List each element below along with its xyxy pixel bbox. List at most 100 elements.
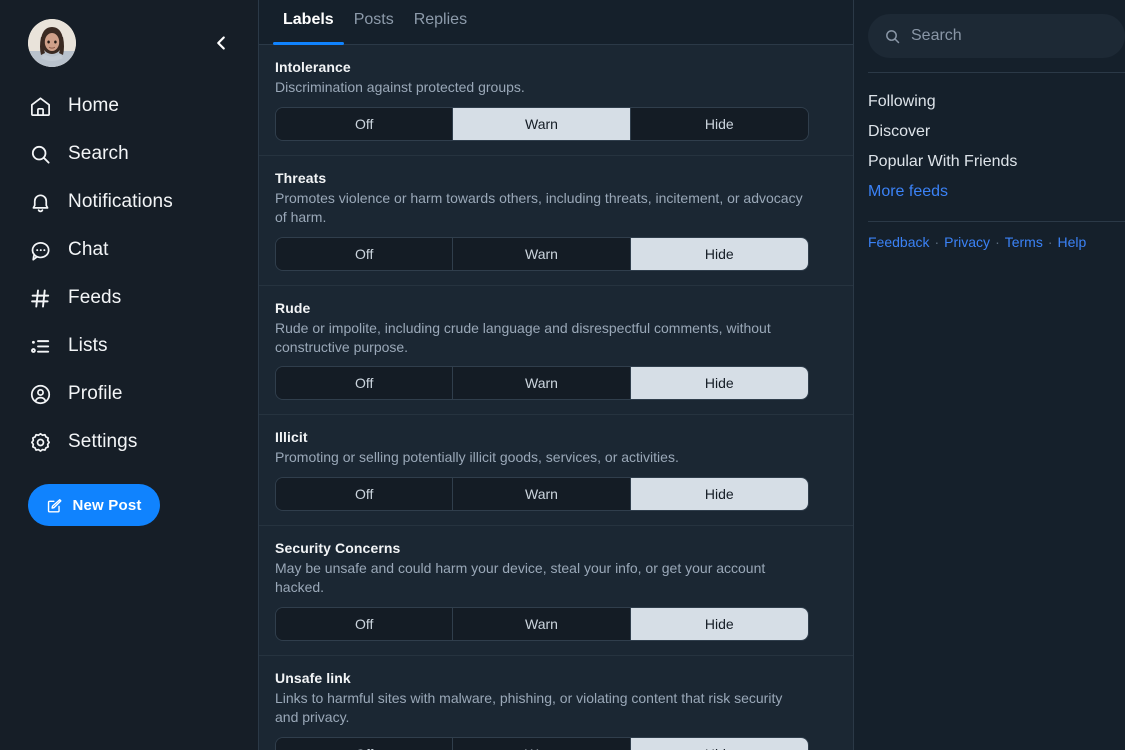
left-navigation: Home Search Notifications Chat Feeds Lis… bbox=[0, 0, 258, 750]
tab-posts[interactable]: Posts bbox=[344, 0, 404, 45]
tab-bar: Labels Posts Replies bbox=[259, 0, 853, 45]
list-icon bbox=[28, 334, 52, 358]
segment-warn[interactable]: Warn bbox=[453, 608, 631, 641]
footer-link-terms[interactable]: Terms bbox=[1005, 234, 1043, 250]
label-row: Threats Promotes violence or harm toward… bbox=[259, 156, 853, 286]
search-icon bbox=[884, 28, 901, 45]
chat-bubble-icon bbox=[28, 238, 52, 262]
segment-off[interactable]: Off bbox=[276, 608, 454, 641]
footer-links: Feedback · Privacy · Terms · Help bbox=[854, 222, 1125, 250]
tab-replies[interactable]: Replies bbox=[404, 0, 477, 45]
avatar-photo bbox=[28, 19, 76, 67]
sidebar-item-label: Search bbox=[68, 143, 129, 164]
sidebar-item-label: Profile bbox=[68, 383, 123, 404]
label-description: Promotes violence or harm towards others… bbox=[275, 189, 803, 225]
footer-separator: · bbox=[934, 234, 940, 250]
segment-off[interactable]: Off bbox=[276, 237, 454, 270]
label-visibility-segmented-control: Off Warn Hide bbox=[275, 106, 809, 141]
sidebar-item-label: Notifications bbox=[68, 191, 173, 212]
chevron-left-icon[interactable] bbox=[208, 30, 234, 56]
search-box[interactable] bbox=[868, 14, 1125, 58]
segment-off[interactable]: Off bbox=[276, 107, 454, 140]
label-title: Threats bbox=[275, 169, 327, 186]
label-visibility-segmented-control: Off Warn Hide bbox=[275, 607, 809, 642]
label-visibility-segmented-control: Off Warn Hide bbox=[275, 477, 809, 512]
feed-item-popular-with-friends[interactable]: Popular With Friends bbox=[868, 147, 1125, 177]
label-description: Promoting or selling potentially illicit… bbox=[275, 449, 679, 466]
sidebar-item-notifications[interactable]: Notifications bbox=[0, 178, 258, 226]
nav-item-list: Home Search Notifications Chat Feeds Lis… bbox=[0, 82, 258, 466]
feed-item-following[interactable]: Following bbox=[868, 87, 1125, 117]
label-title: Illicit bbox=[275, 429, 308, 446]
label-title: Unsafe link bbox=[275, 670, 351, 687]
segment-warn[interactable]: Warn bbox=[453, 367, 631, 400]
sidebar-item-settings[interactable]: Settings bbox=[0, 418, 258, 466]
sidebar-item-label: Feeds bbox=[68, 287, 122, 308]
sidebar-item-lists[interactable]: Lists bbox=[0, 322, 258, 370]
feed-item-discover[interactable]: Discover bbox=[868, 117, 1125, 147]
label-description: Links to harmful sites with malware, phi… bbox=[275, 690, 783, 726]
sidebar-item-search[interactable]: Search bbox=[0, 130, 258, 178]
segment-hide[interactable]: Hide bbox=[630, 608, 808, 641]
right-sidebar: Following Discover Popular With Friends … bbox=[854, 0, 1125, 750]
label-description: Rude or impolite, including crude langua… bbox=[275, 319, 771, 355]
segment-hide[interactable]: Hide bbox=[630, 107, 808, 140]
segment-warn[interactable]: Warn bbox=[453, 237, 631, 270]
footer-link-feedback[interactable]: Feedback bbox=[868, 234, 929, 250]
sidebar-item-home[interactable]: Home bbox=[0, 82, 258, 130]
label-row: Security Concerns May be unsafe and coul… bbox=[259, 526, 853, 657]
sidebar-item-label: Chat bbox=[68, 239, 109, 260]
segment-off[interactable]: Off bbox=[276, 737, 454, 750]
tab-label: Replies bbox=[413, 11, 468, 28]
app-root: Home Search Notifications Chat Feeds Lis… bbox=[0, 0, 1125, 750]
search-icon bbox=[28, 142, 52, 166]
main-content: Labels Posts Replies Intolerance Discrim… bbox=[258, 0, 854, 750]
segment-warn[interactable]: Warn bbox=[453, 478, 631, 511]
segment-hide[interactable]: Hide bbox=[630, 478, 808, 511]
label-row: Unsafe link Links to harmful sites with … bbox=[259, 656, 853, 750]
footer-link-privacy[interactable]: Privacy bbox=[944, 234, 990, 250]
sidebar-item-chat[interactable]: Chat bbox=[0, 226, 258, 274]
sidebar-item-label: Home bbox=[68, 95, 120, 116]
feed-list: Following Discover Popular With Friends … bbox=[854, 73, 1125, 207]
segment-hide[interactable]: Hide bbox=[630, 367, 808, 400]
segment-hide[interactable]: Hide bbox=[630, 237, 808, 270]
label-description: Discrimination against protected groups. bbox=[275, 79, 525, 95]
tab-label: Posts bbox=[353, 11, 394, 28]
home-icon bbox=[28, 94, 52, 118]
new-post-label: New Post bbox=[72, 496, 142, 514]
segment-off[interactable]: Off bbox=[276, 367, 454, 400]
label-description: May be unsafe and could harm your device… bbox=[275, 560, 766, 596]
segment-warn[interactable]: Warn bbox=[453, 737, 631, 750]
label-title: Rude bbox=[275, 299, 311, 316]
sidebar-item-label: Settings bbox=[68, 431, 138, 452]
bell-icon bbox=[28, 190, 52, 214]
footer-separator: · bbox=[1047, 234, 1053, 250]
sidebar-item-feeds[interactable]: Feeds bbox=[0, 274, 258, 322]
gear-icon bbox=[28, 430, 52, 454]
tab-label: Labels bbox=[283, 11, 334, 28]
label-row: Rude Rude or impolite, including crude l… bbox=[259, 286, 853, 416]
person-circle-icon bbox=[28, 382, 52, 406]
more-feeds-link[interactable]: More feeds bbox=[868, 177, 1125, 207]
label-visibility-segmented-control: Off Warn Hide bbox=[275, 366, 809, 401]
label-visibility-segmented-control: Off Warn Hide bbox=[275, 736, 809, 750]
label-title: Intolerance bbox=[275, 59, 351, 75]
user-avatar[interactable] bbox=[28, 19, 76, 67]
tab-labels[interactable]: Labels bbox=[273, 0, 344, 45]
footer-separator: · bbox=[995, 234, 1000, 250]
label-row: Illicit Promoting or selling potentially… bbox=[259, 415, 853, 527]
segment-warn[interactable]: Warn bbox=[453, 107, 631, 140]
label-visibility-segmented-control: Off Warn Hide bbox=[275, 236, 809, 271]
hash-icon bbox=[28, 286, 52, 310]
compose-icon bbox=[46, 497, 63, 514]
new-post-button[interactable]: New Post bbox=[28, 484, 160, 526]
footer-link-help[interactable]: Help bbox=[1058, 234, 1087, 250]
labels-list[interactable]: Intolerance Discrimination against prote… bbox=[259, 45, 853, 750]
segment-hide[interactable]: Hide bbox=[630, 737, 808, 750]
sidebar-item-profile[interactable]: Profile bbox=[0, 370, 258, 418]
segment-off[interactable]: Off bbox=[276, 478, 454, 511]
label-row: Intolerance Discrimination against prote… bbox=[259, 45, 853, 156]
nav-header bbox=[0, 16, 258, 70]
search-input[interactable] bbox=[911, 27, 1109, 45]
